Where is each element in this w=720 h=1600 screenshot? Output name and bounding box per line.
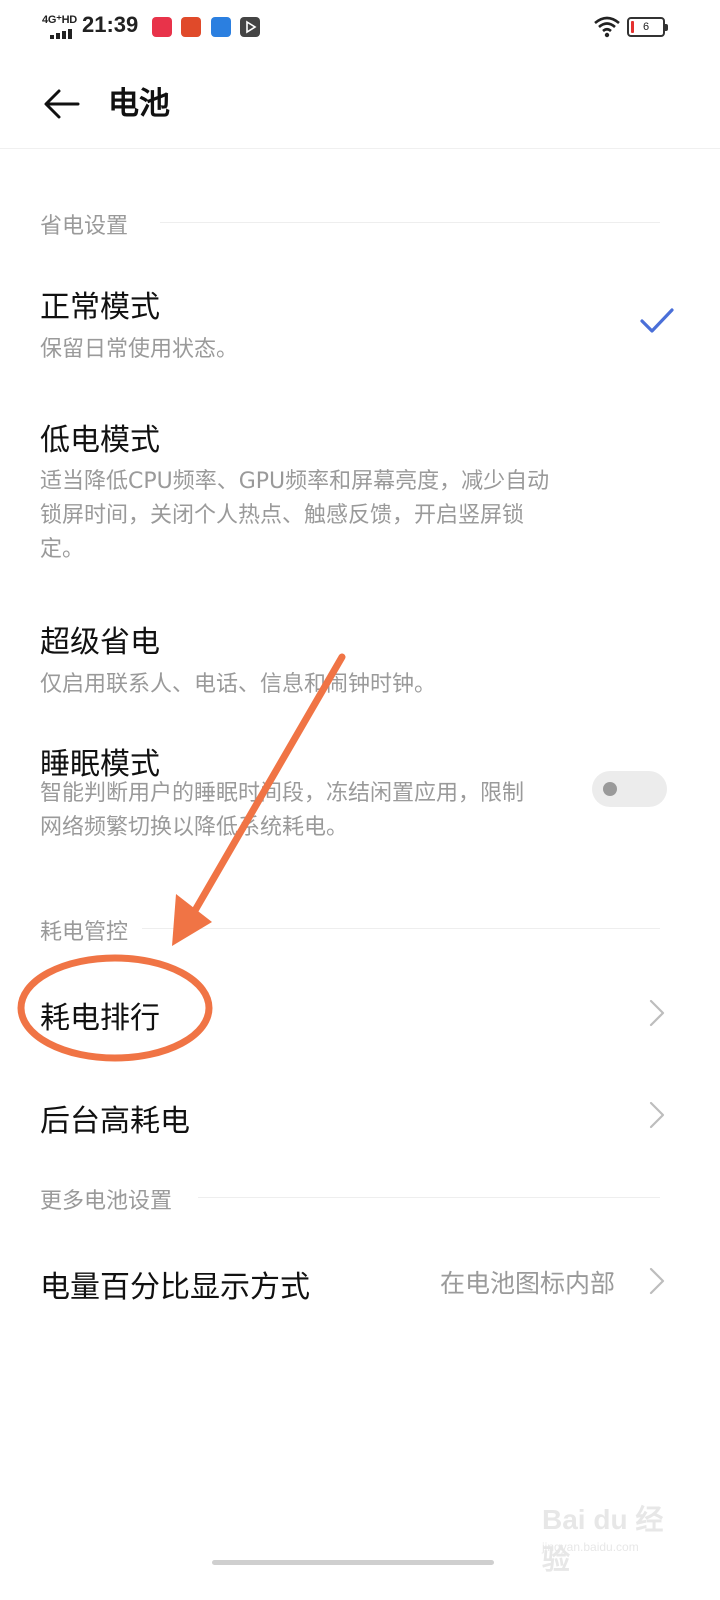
section-header-consumption: 耗电管控 [40, 920, 129, 945]
title-bar: 电池 [0, 56, 720, 149]
mode-super-title: 超级省电 [40, 625, 160, 660]
mode-sleep-desc-line: 智能判断用户的睡眠时间段，冻结闲置应用，限制 [40, 781, 525, 806]
mode-sleep-desc: 智能判断用户的睡眠时间段，冻结闲置应用，限制 网络频繁切换以降低系统耗电。 [40, 777, 585, 845]
page-title: 电池 [108, 86, 170, 122]
notification-app-icon [152, 17, 172, 37]
section-header-power-saving: 省电设置 [40, 214, 129, 239]
percent-display-value: 在电池图标内部 [440, 1269, 616, 1298]
status-bar: 4G⁺HD 21:39 6 [0, 0, 720, 56]
network-indicator: 4G⁺HD [42, 13, 77, 41]
wifi-icon [594, 16, 620, 38]
notification-game-icon [181, 17, 201, 37]
notification-play-icon [240, 17, 260, 37]
section-divider [142, 928, 660, 929]
percent-display-label: 电量百分比显示方式 [40, 1270, 310, 1305]
mode-normal-title: 正常模式 [40, 290, 160, 325]
chevron-right-icon [649, 999, 665, 1027]
network-type: 4G⁺HD [42, 14, 77, 26]
watermark-brand: Bai du 经验 [542, 1504, 664, 1575]
chevron-right-icon [649, 1101, 665, 1129]
watermark-url: jingyan.baidu.com [542, 1540, 639, 1554]
baidu-watermark: Bai du 经验 jingyan.baidu.com [538, 1488, 678, 1575]
mode-low-desc-line: 适当降低CPU频率、GPU频率和屏幕亮度，减少自动 [40, 469, 550, 494]
mode-low-desc-line: 定。 [40, 537, 85, 562]
back-arrow-icon[interactable] [40, 82, 84, 126]
background-consumption-label: 后台高耗电 [40, 1104, 190, 1139]
notification-cloud-icon [211, 17, 231, 37]
mode-low-title: 低电模式 [40, 423, 160, 458]
sleep-mode-toggle[interactable] [592, 771, 667, 807]
section-header-more: 更多电池设置 [40, 1189, 173, 1214]
battery-level: 6 [642, 21, 650, 33]
toggle-knob [603, 782, 617, 796]
mode-super-desc: 仅启用联系人、电话、信息和闹钟时钟。 [40, 672, 437, 697]
mode-low-desc-line: 锁屏时间，关闭个人热点、触感反馈，开启竖屏锁 [40, 503, 525, 528]
mode-low-desc: 适当降低CPU频率、GPU频率和屏幕亮度，减少自动 锁屏时间，关闭个人热点、触感… [40, 465, 585, 567]
annotation-arrow-head [172, 894, 212, 946]
section-divider [198, 1197, 660, 1198]
checkmark-icon [640, 308, 674, 333]
clock: 21:39 [82, 12, 139, 37]
section-divider [160, 222, 660, 223]
chevron-right-icon [649, 1267, 665, 1295]
power-ranking-label: 耗电排行 [40, 1001, 160, 1036]
home-indicator[interactable] [212, 1560, 494, 1565]
mode-normal-desc: 保留日常使用状态。 [40, 337, 239, 362]
battery-icon: 6 [627, 17, 668, 37]
mode-sleep-desc-line: 网络频繁切换以降低系统耗电。 [40, 815, 349, 840]
